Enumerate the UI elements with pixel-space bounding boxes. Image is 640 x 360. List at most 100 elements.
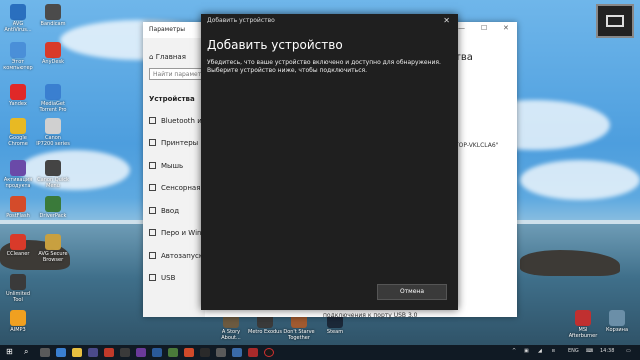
- settings-sidebar: ⌂ Главная Найти параметр Устройства Blue…: [143, 38, 205, 317]
- app-icon: [10, 234, 26, 250]
- sidebar-item-typing[interactable]: Ввод: [149, 207, 179, 215]
- app-icon[interactable]: [232, 348, 242, 357]
- cancel-button[interactable]: Отмена: [377, 284, 447, 300]
- desktop-shortcut[interactable]: AVG AntiVirus...: [1, 4, 35, 33]
- home-label: Главная: [155, 53, 186, 61]
- desktop-shortcut[interactable]: Canon Quick Menu: [36, 160, 70, 189]
- desktop-shortcut[interactable]: Этот компьютер: [1, 42, 35, 71]
- desktop-shortcut[interactable]: CCleaner: [1, 234, 35, 257]
- app-icon[interactable]: [168, 348, 178, 357]
- desktop-shortcut-label: Canon IP7200 series: [36, 135, 70, 147]
- printer-icon: [149, 139, 156, 146]
- desktop-shortcut[interactable]: AIMP3: [1, 310, 35, 333]
- desktop-shortcut[interactable]: Корзина: [600, 310, 634, 333]
- app-icon[interactable]: [120, 348, 130, 357]
- desktop-shortcut[interactable]: AVG Secure Browser: [36, 234, 70, 263]
- taskbar: ⊞ ⌕ ^ ▣ ◢ ʙ ENG ⌨ 14:38 ▭: [0, 345, 640, 360]
- bluetooth-tray-icon[interactable]: ʙ: [552, 348, 555, 354]
- sidebar-item-label: Ввод: [161, 207, 180, 215]
- app-icon: [10, 42, 26, 58]
- desktop-shortcut-label: AnyDesk: [42, 59, 64, 65]
- sidebar-item-autoplay[interactable]: Автозапуск: [149, 252, 203, 260]
- screen-capture-widget[interactable]: [596, 4, 634, 38]
- settings-gear-icon[interactable]: [216, 348, 226, 357]
- desktop-shortcut-label: Yandex: [9, 101, 27, 107]
- tray-chevron-icon[interactable]: ^: [512, 348, 516, 354]
- search-input[interactable]: Найти параметр: [149, 68, 203, 80]
- app-icon[interactable]: [104, 348, 114, 357]
- desktop-shortcut-label: Don't Starve Together: [283, 329, 315, 341]
- search-icon[interactable]: ⌕: [24, 347, 28, 357]
- folder-icon[interactable]: [72, 348, 82, 357]
- close-icon[interactable]: ✕: [503, 24, 509, 32]
- desktop-shortcut-label: AIMP3: [10, 327, 26, 333]
- notifications-icon[interactable]: ▭: [626, 348, 631, 354]
- dialog-title: Добавить устройство: [207, 17, 275, 24]
- desktop-shortcut[interactable]: MSI Afterburner: [566, 310, 600, 339]
- usb-note: подключения к порту USB 3.0: [323, 312, 418, 319]
- home-link[interactable]: ⌂ Главная: [149, 53, 186, 61]
- app-icon: [10, 4, 26, 20]
- desktop-shortcut[interactable]: Unlimited Tool: [1, 274, 35, 303]
- desktop-shortcut[interactable]: Yandex: [1, 84, 35, 107]
- app-icon: [10, 160, 26, 176]
- app-icon[interactable]: [248, 348, 258, 357]
- dialog-body: Убедитесь, что ваше устройство включено …: [207, 59, 441, 74]
- sidebar-item-printers[interactable]: Принтеры и: [149, 139, 205, 147]
- app-icon[interactable]: [152, 348, 162, 357]
- start-icon[interactable]: ⊞: [6, 347, 13, 356]
- desktop-shortcut-label: Unlimited Tool: [5, 291, 31, 303]
- app-icon: [45, 196, 61, 212]
- record-icon[interactable]: [264, 348, 274, 357]
- keyboard-tray-icon[interactable]: ⌨: [586, 348, 593, 354]
- volume-icon[interactable]: ◢: [538, 348, 542, 354]
- app-icon[interactable]: [200, 348, 210, 357]
- desktop-shortcut-label: Активация продукта: [3, 177, 33, 189]
- network-icon[interactable]: ▣: [524, 348, 529, 354]
- clock[interactable]: 14:38: [600, 348, 614, 354]
- sidebar-item-label: Сенсорная: [161, 184, 201, 192]
- desktop-shortcut[interactable]: AnyDesk: [36, 42, 70, 65]
- store-icon[interactable]: [88, 348, 98, 357]
- sidebar-item-pen[interactable]: Перо и Win: [149, 229, 201, 237]
- sidebar-item-usb[interactable]: USB: [149, 274, 175, 282]
- desktop-shortcut-label: Google Chrome: [8, 135, 28, 147]
- sidebar-item-mouse[interactable]: Мышь: [149, 162, 183, 170]
- home-icon: ⌂: [149, 53, 154, 61]
- desktop-shortcut[interactable]: DriverPack: [36, 196, 70, 219]
- desktop-shortcut[interactable]: PostFlash: [1, 196, 35, 219]
- desktop-shortcut[interactable]: MediaGet Torrent Pro: [36, 84, 70, 113]
- desktop-shortcut[interactable]: Bandicam: [36, 4, 70, 27]
- app-icon[interactable]: [136, 348, 146, 357]
- minimize-icon[interactable]: —: [458, 24, 465, 32]
- desktop-shortcut-label: Steam: [326, 329, 344, 335]
- sidebar-item-label: Принтеры и: [161, 139, 205, 147]
- app-icon: [10, 310, 26, 326]
- app-icon: [45, 234, 61, 250]
- sidebar-item-label: USB: [161, 274, 176, 282]
- app-icon: [609, 310, 625, 326]
- language-indicator[interactable]: ENG: [568, 348, 579, 354]
- app-icon: [10, 118, 26, 134]
- dialog-heading: Добавить устройство: [207, 38, 343, 52]
- desktop-shortcut-label: CCleaner: [6, 251, 30, 257]
- desktop-shortcut[interactable]: Google Chrome: [1, 118, 35, 147]
- desktop-shortcut-label: Корзина: [605, 327, 629, 333]
- device-name-fragment: TOP-VKLCLA6": [455, 142, 499, 149]
- autoplay-icon: [149, 252, 156, 259]
- desktop-shortcut[interactable]: Canon IP7200 series: [36, 118, 70, 147]
- task-view-icon[interactable]: [40, 348, 50, 357]
- app-icon: [10, 196, 26, 212]
- close-icon[interactable]: ✕: [443, 16, 450, 25]
- desktop-shortcut-label: MSI Afterburner: [568, 327, 598, 339]
- desktop-shortcut-label: Canon Quick Menu: [37, 177, 69, 189]
- desktop-shortcut[interactable]: Активация продукта: [1, 160, 35, 189]
- sidebar-item-bluetooth[interactable]: Bluetooth и: [149, 117, 202, 125]
- edge-icon[interactable]: [56, 348, 66, 357]
- app-icon: [10, 84, 26, 100]
- sidebar-item-label: Bluetooth и: [161, 117, 202, 125]
- sidebar-item-touchpad[interactable]: Сенсорная: [149, 184, 200, 192]
- maximize-icon[interactable]: ☐: [481, 24, 487, 32]
- app-icon[interactable]: [184, 348, 194, 357]
- sidebar-item-label: Автозапуск: [161, 252, 204, 260]
